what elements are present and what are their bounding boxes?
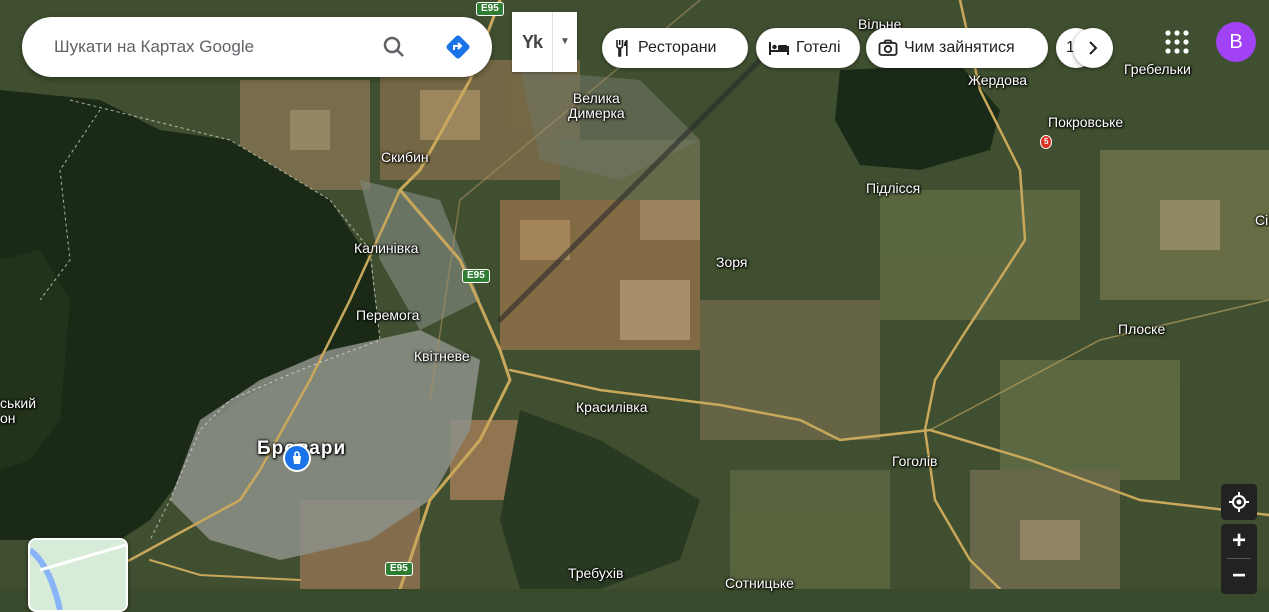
place-label[interactable]: Сі [1255, 213, 1268, 228]
directions-button[interactable] [442, 31, 474, 63]
divider [552, 12, 553, 72]
place-label[interactable]: Перемога [356, 308, 419, 323]
my-location-icon [1229, 492, 1249, 512]
shopping-pin-icon[interactable] [283, 444, 311, 472]
place-label[interactable]: Гребельки [1124, 62, 1191, 77]
chip-label: Готелі [796, 39, 841, 56]
chip-things-to-do[interactable]: Чим зайнятися [866, 28, 1048, 68]
place-label[interactable]: Требухів [568, 566, 623, 581]
road-shield-e95: E95 [476, 2, 504, 16]
chip-hotels[interactable]: Готелі [756, 28, 860, 68]
place-label[interactable]: Красилівка [576, 400, 647, 415]
chip-label: Ресторани [638, 39, 717, 56]
place-label[interactable]: Калинівка [354, 241, 418, 256]
zoom-controls: + − [1221, 524, 1257, 594]
directions-icon [446, 35, 470, 59]
zoom-out-button[interactable]: − [1221, 559, 1257, 593]
layers-toggle-button[interactable] [28, 538, 128, 612]
apps-grid-icon[interactable] [1163, 28, 1191, 56]
place-label[interactable]: Гоголів [892, 454, 937, 469]
place-label[interactable]: Скибин [381, 150, 429, 165]
camera-icon [878, 39, 898, 56]
caret-down-icon[interactable]: ▼ [560, 36, 570, 47]
satellite-map[interactable] [0, 0, 1269, 589]
place-label[interactable]: Покровське [1048, 115, 1123, 130]
restaurant-icon [616, 40, 628, 57]
road-shield-e95: E95 [385, 562, 413, 576]
place-label[interactable]: Зоря [716, 255, 747, 270]
input-tool-label: Yk [522, 31, 543, 52]
chevron-right-icon [1089, 41, 1098, 55]
search-input[interactable] [52, 36, 366, 58]
map-thumbnail [30, 540, 126, 610]
chip-label: Чим зайнятися [904, 39, 1015, 56]
chip-restaurants[interactable]: Ресторани [602, 28, 748, 68]
zoom-in-button[interactable]: + [1221, 524, 1257, 558]
place-label[interactable]: ський он [0, 396, 36, 426]
my-location-button[interactable] [1221, 484, 1257, 520]
chips-scroll-right-button[interactable] [1073, 28, 1113, 68]
input-tools-button[interactable]: Yk ▼ [512, 12, 577, 72]
account-avatar[interactable]: B [1216, 22, 1256, 62]
search-icon [383, 36, 404, 57]
place-label[interactable]: Плоске [1118, 322, 1165, 337]
place-label[interactable]: Велика Димерка [568, 91, 625, 121]
hotel-icon [769, 42, 789, 55]
search-bar [22, 17, 492, 77]
place-label[interactable]: Підлісся [866, 181, 920, 196]
place-label[interactable]: Жердова [968, 73, 1027, 88]
road-shield-e95: E95 [462, 269, 490, 283]
place-label[interactable]: Квітневе [414, 349, 470, 364]
search-button[interactable] [378, 31, 410, 63]
